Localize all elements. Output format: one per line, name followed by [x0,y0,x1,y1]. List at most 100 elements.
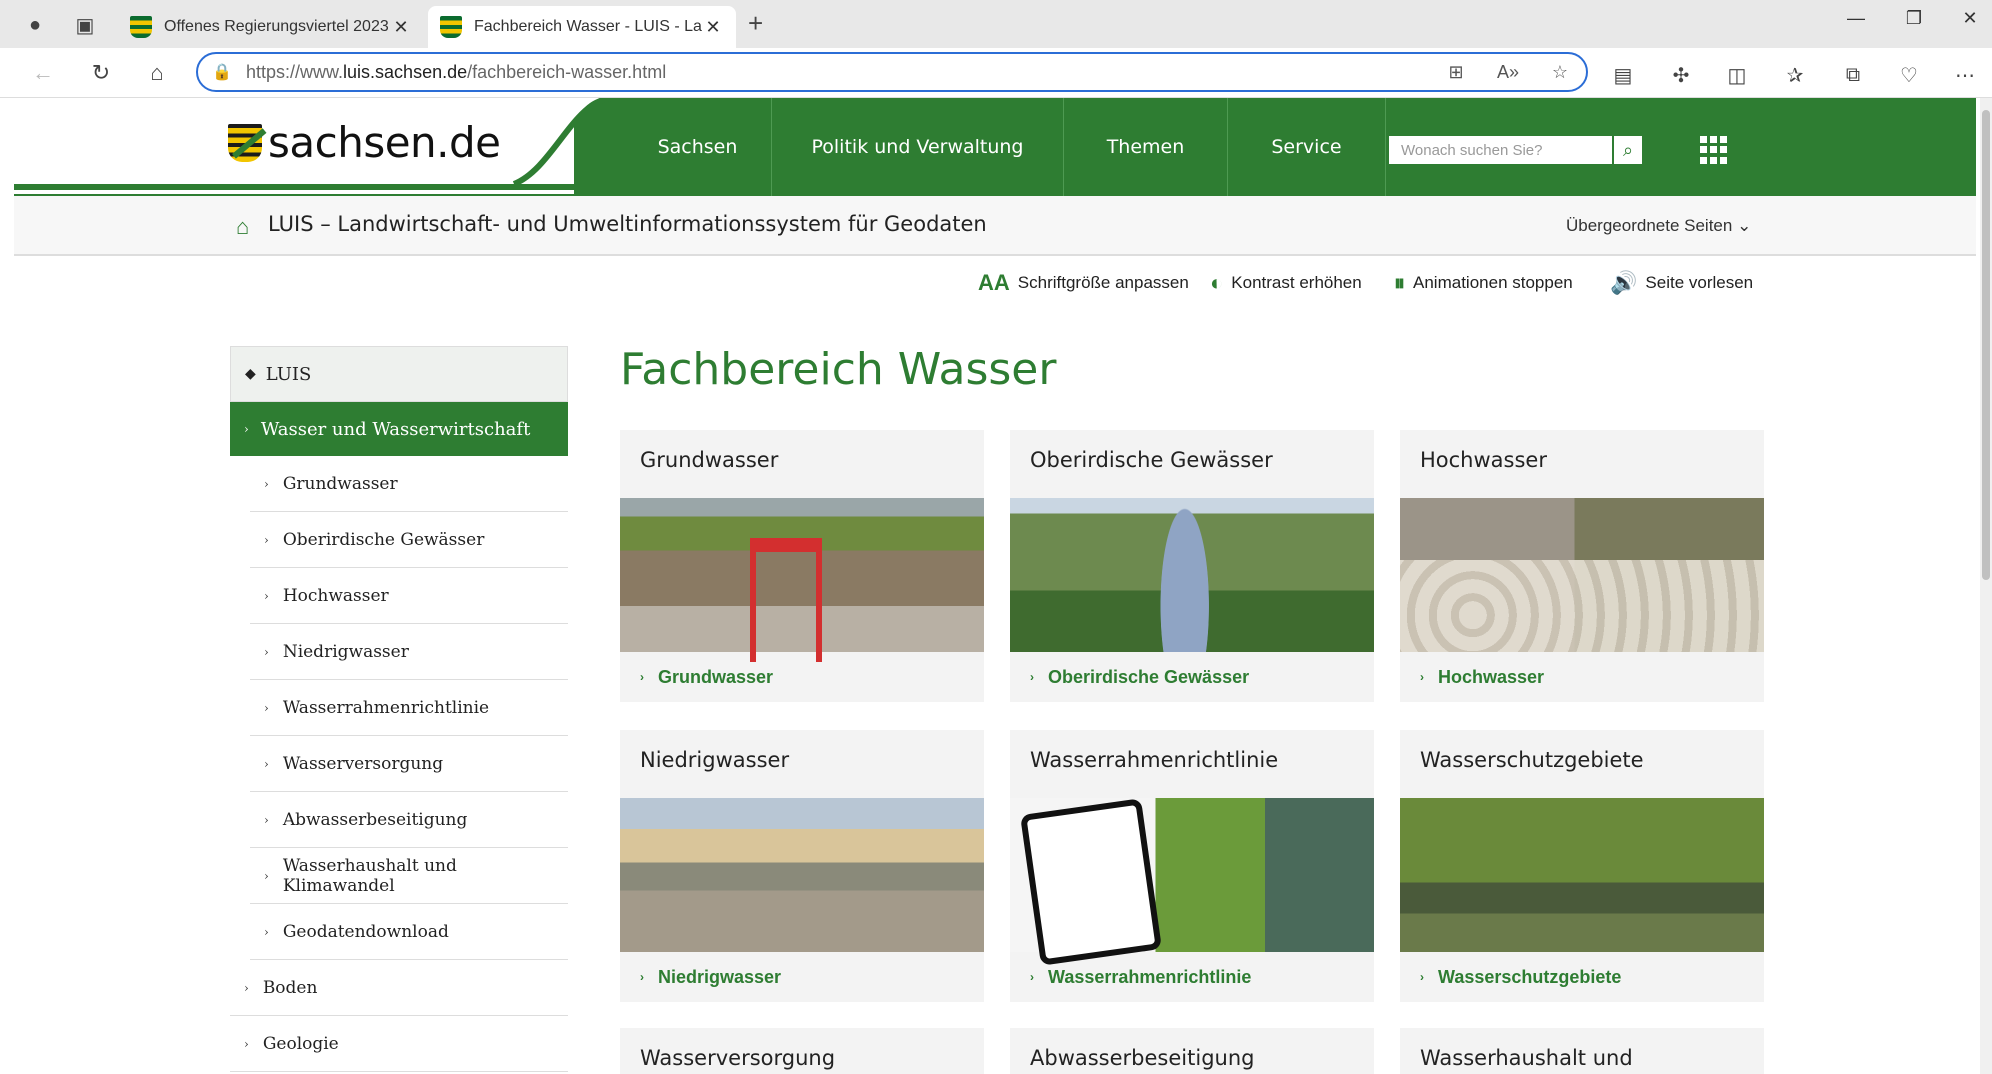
card-grundwasser[interactable]: Grundwasser › Grundwasser [620,430,984,702]
sidebar-item-wasser[interactable]: › Wasser und Wasserwirtschaft [230,402,568,456]
sidebar-item-wasserrahmenrichtlinie[interactable]: › Wasserrahmenrichtlinie [250,680,568,736]
sidebar-item-grundwasser[interactable]: › Grundwasser [250,456,568,512]
close-tab-icon[interactable]: ✕ [702,17,724,38]
tab-actions-icon[interactable]: ▣ [68,8,102,42]
app-available-icon[interactable]: ⊞ [1430,62,1482,83]
card-niedrigwasser[interactable]: Niedrigwasser › Niedrigwasser [620,730,984,1002]
page-scrollbar[interactable] [1980,98,1992,1074]
card-image-wasserschutzgebiete[interactable] [1400,798,1764,952]
header-stripe [14,184,574,190]
more-menu-icon[interactable]: ⋯ [1948,58,1982,92]
sidebar-navigation: ◆ LUIS › Wasser und Wasserwirtschaft › Grun… [230,346,568,1072]
extension-coupon-icon[interactable]: ▤ [1606,58,1640,92]
sachsen-favicon-icon [440,16,462,38]
chevron-right-icon: › [264,812,269,827]
browser-tab-bar: ● ▣ Offenes Regierungsviertel 2023 - ✕ F… [0,0,1992,48]
back-icon[interactable]: ← [26,56,60,90]
search-input[interactable]: Wonach suchen Sie? [1388,135,1613,165]
sachsen-coat-of-arms-icon [228,123,262,162]
sidebar-item-geologie[interactable]: › Geologie [230,1016,568,1072]
profile-icon[interactable]: ● [18,8,52,42]
browser-essentials-icon[interactable]: ♡ [1892,58,1926,92]
sidebar-item-niedrigwasser[interactable]: › Niedrigwasser [250,624,568,680]
sidebar-item-boden[interactable]: › Boden [230,960,568,1016]
card-image-wasserrahmenrichtlinie[interactable] [1010,798,1374,952]
chevron-right-icon: › [640,670,644,684]
read-aloud-control[interactable]: 🔊 Seite vorlesen [1610,270,1753,296]
nav-politik-und-verwaltung[interactable]: Politik und Verwaltung [772,98,1064,196]
favorites-icon[interactable]: ✰ [1778,58,1812,92]
card-title: Hochwasser [1420,448,1547,472]
chevron-right-icon: › [264,644,269,659]
card-title: Grundwasser [640,448,779,472]
card-link[interactable]: › Wasserschutzgebiete [1400,952,1764,1002]
card-abwasserbeseitigung[interactable]: Abwasserbeseitigung [1010,1028,1374,1074]
card-title: Wasserschutzgebiete [1420,748,1644,772]
sidebar-item-oberirdische-gewaesser[interactable]: › Oberirdische Gewässer [250,512,568,568]
chevron-right-icon: › [264,868,269,883]
split-screen-icon[interactable]: ◫ [1720,58,1754,92]
chevron-right-icon: › [264,700,269,715]
tab-regierungsviertel[interactable]: Offenes Regierungsviertel 2023 - ✕ [118,6,424,48]
chevron-right-icon: › [264,588,269,603]
card-image-grundwasser[interactable] [620,498,984,662]
card-oberirdische-gewaesser[interactable]: Oberirdische Gewässer › Oberirdische Gewä… [1010,430,1374,702]
home-icon[interactable]: ⌂ [236,214,249,240]
address-bar[interactable]: 🔒 https://www.luis.sachsen.de/fachbereic… [196,52,1588,92]
chevron-right-icon: › [1030,970,1034,984]
card-image-niedrigwasser[interactable] [620,798,984,952]
address-toolbar: ← ↻ ⌂ 🔒 https://www.luis.sachsen.de/fach… [0,48,1992,98]
reload-icon[interactable]: ↻ [84,56,118,90]
page-title: Fachbereich Wasser [620,344,1057,395]
app-grid-icon[interactable] [1700,136,1728,164]
home-icon[interactable]: ⌂ [140,56,174,90]
sachsen-logo[interactable]: sachsen.de [228,118,501,167]
search-icon[interactable]: ⌕ [1613,135,1643,165]
extensions-puzzle-icon[interactable]: ✣ [1664,58,1698,92]
chevron-right-icon: › [1420,670,1424,684]
card-link[interactable]: › Oberirdische Gewässer [1010,652,1374,702]
font-size-control[interactable]: AA Schriftgröße anpassen [978,270,1189,296]
new-tab-icon[interactable]: + [748,8,763,39]
chevron-right-icon: › [244,980,249,995]
card-wasserversorgung[interactable]: Wasserversorgung [620,1028,984,1074]
card-hochwasser[interactable]: Hochwasser › Hochwasser [1400,430,1764,702]
card-link[interactable]: › Hochwasser [1400,652,1764,702]
url-text[interactable]: https://www.luis.sachsen.de/fachbereich-… [246,62,1430,83]
lock-icon[interactable]: 🔒 [198,62,246,82]
collections-icon[interactable]: ⧉ [1836,58,1870,92]
pause-icon: ⏸ [1394,270,1406,295]
close-window-icon[interactable]: ✕ [1950,8,1990,29]
card-image-hochwasser[interactable] [1400,498,1764,652]
card-image-oberirdische-gewaesser[interactable] [1010,498,1374,652]
minimize-icon[interactable]: — [1836,8,1876,29]
sidebar-item-luis[interactable]: ◆ LUIS [230,346,568,402]
animations-control[interactable]: ⏸ Animationen stoppen [1394,270,1573,296]
card-link[interactable]: › Niedrigwasser [620,952,984,1002]
chevron-right-icon: › [264,924,269,939]
card-wasserschutzgebiete[interactable]: Wasserschutzgebiete › Wasserschutzgebiete [1400,730,1764,1002]
sidebar-item-hochwasser[interactable]: › Hochwasser [250,568,568,624]
tab-fachbereich-wasser[interactable]: Fachbereich Wasser - LUIS - Landwirtscha… [428,6,736,48]
contrast-control[interactable]: ◐ Kontrast erhöhen [1210,270,1362,296]
chevron-right-icon: › [264,756,269,771]
speaker-icon: 🔊 [1610,270,1638,295]
card-wasserrahmenrichtlinie[interactable]: Wasserrahmenrichtlinie › Wasserrahmenrich… [1010,730,1374,1002]
sidebar-item-abwasserbeseitigung[interactable]: › Abwasserbeseitigung [250,792,568,848]
sidebar-item-wasserversorgung[interactable]: › Wasserversorgung [250,736,568,792]
card-wasserhaushalt[interactable]: Wasserhaushalt und [1400,1028,1764,1074]
card-title: Oberirdische Gewässer [1030,448,1273,472]
scrollbar-thumb[interactable] [1982,110,1990,580]
font-size-icon: AA [978,270,1010,295]
nav-sachsen[interactable]: Sachsen [624,98,772,196]
sidebar-item-geodatendownload[interactable]: › Geodatendownload [250,904,568,960]
site-title[interactable]: LUIS – Landwirtschaft- und Umweltinforma… [268,212,987,236]
restore-icon[interactable]: ❐ [1894,8,1934,29]
nav-themen[interactable]: Themen [1064,98,1228,196]
read-aloud-icon[interactable]: A» [1482,62,1534,83]
close-tab-icon[interactable]: ✕ [390,17,412,38]
sidebar-item-wasserhaushalt[interactable]: › Wasserhaushalt und Klimawandel [250,848,568,904]
parent-pages-dropdown[interactable]: Übergeordnete Seiten ⌄ [1566,216,1751,236]
favorite-star-icon[interactable]: ☆ [1534,62,1586,83]
nav-service[interactable]: Service [1228,98,1386,196]
